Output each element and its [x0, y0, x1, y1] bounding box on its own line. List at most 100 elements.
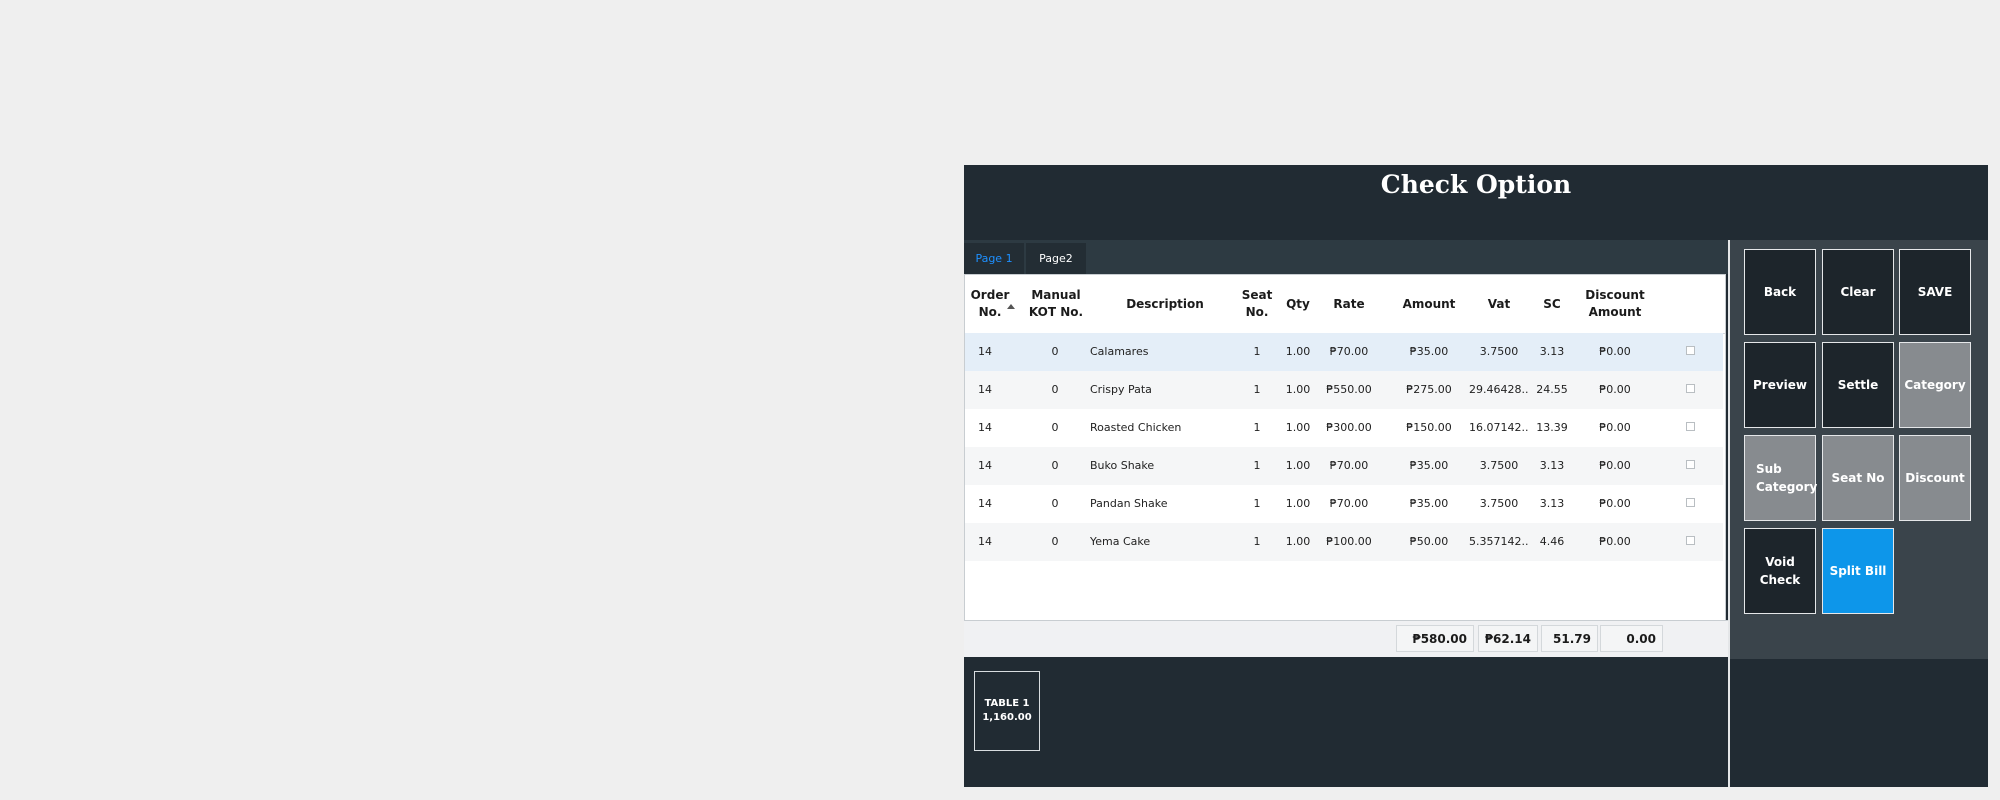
cell-amount: ₱150.00	[1406, 421, 1452, 434]
cell-vat: 5.357142...	[1469, 535, 1529, 548]
cell-amount: ₱275.00	[1406, 383, 1452, 396]
split-bill-button[interactable]: Split Bill	[1822, 528, 1894, 614]
cell-vat: 3.7500	[1479, 497, 1519, 510]
table-row[interactable]: 14 0 Yema Cake 1 1.00 ₱100.00 ₱50.00 5.357142..…	[965, 523, 1723, 561]
table-row[interactable]: 14 0 Roasted Chicken 1 1.00 ₱300.00 ₱150.00 16.…	[965, 409, 1723, 447]
cell-sc: 3.13	[1539, 459, 1565, 472]
dialog-title: Check Option	[1380, 170, 1572, 199]
column-header-vat[interactable]: Vat	[1469, 275, 1529, 333]
cell-amount: ₱35.00	[1409, 345, 1449, 358]
total-amount: ₱580.00	[1396, 625, 1474, 652]
table-row[interactable]: 14 0 Calamares 1 1.00 ₱70.00 ₱35.00 3.7500 3.13 ₱…	[965, 333, 1723, 371]
column-header-seat-no[interactable]: Seat No.	[1237, 275, 1277, 333]
cell-seat-no: 1	[1253, 497, 1261, 510]
cell-order-no: 14	[978, 459, 992, 472]
cell-description: Pandan Shake	[1090, 497, 1168, 510]
table-row[interactable]: 14 0 Crispy Pata 1 1.00 ₱550.00 ₱275.00 29.4642…	[965, 371, 1723, 409]
cell-sc: 3.13	[1539, 345, 1565, 358]
cell-sc: 13.39	[1536, 421, 1568, 434]
cell-vat: 3.7500	[1479, 459, 1519, 472]
back-button[interactable]: Back	[1744, 249, 1816, 335]
row-checkbox[interactable]	[1686, 384, 1695, 393]
row-checkbox[interactable]	[1686, 536, 1695, 545]
discount-button[interactable]: Discount	[1899, 435, 1971, 521]
category-button[interactable]: Category	[1899, 342, 1971, 428]
cell-qty: 1.00	[1285, 345, 1311, 358]
cell-rate: ₱300.00	[1326, 421, 1372, 434]
column-header-discount-amount[interactable]: Discount Amount	[1577, 275, 1653, 333]
cell-seat-no: 1	[1253, 383, 1261, 396]
cell-order-no: 14	[978, 535, 992, 548]
cell-rate: ₱70.00	[1329, 459, 1369, 472]
table-row[interactable]: 14 0 Buko Shake 1 1.00 ₱70.00 ₱35.00 3.7500 3.13…	[965, 447, 1723, 485]
cell-sc: 24.55	[1536, 383, 1568, 396]
cell-order-no: 14	[978, 345, 992, 358]
column-header-qty[interactable]: Qty	[1278, 275, 1318, 333]
cell-description: Crispy Pata	[1090, 383, 1152, 396]
row-checkbox[interactable]	[1686, 498, 1695, 507]
cell-rate: ₱70.00	[1329, 497, 1369, 510]
cell-qty: 1.00	[1285, 535, 1311, 548]
table-area: TABLE 1 1,160.00	[964, 659, 1728, 787]
cell-amount: ₱50.00	[1409, 535, 1449, 548]
cell-discount-amount: ₱0.00	[1599, 459, 1631, 472]
void-check-button[interactable]: Void Check	[1744, 528, 1816, 614]
cell-amount: ₱35.00	[1409, 459, 1449, 472]
row-checkbox[interactable]	[1686, 422, 1695, 431]
cell-qty: 1.00	[1285, 459, 1311, 472]
cell-description: Calamares	[1090, 345, 1149, 358]
cell-seat-no: 1	[1253, 421, 1261, 434]
cell-qty: 1.00	[1285, 421, 1311, 434]
cell-discount-amount: ₱0.00	[1599, 497, 1631, 510]
table-total: 1,160.00	[982, 712, 1032, 723]
column-header-amount[interactable]: Amount	[1391, 275, 1467, 333]
tab-page-1[interactable]: Page 1	[964, 243, 1024, 274]
check-option-dialog: Check Option Page 1 Page2 Order No. Manu…	[964, 165, 1988, 787]
cell-manual-kot-no: 0	[1051, 459, 1059, 472]
cell-description: Roasted Chicken	[1090, 421, 1182, 434]
preview-button[interactable]: Preview	[1744, 342, 1816, 428]
table-name: TABLE 1	[984, 698, 1030, 709]
total-vat: ₱62.14	[1478, 625, 1538, 652]
column-header-manual-kot-no[interactable]: Manual KOT No.	[1017, 275, 1095, 333]
table-tile[interactable]: TABLE 1 1,160.00	[974, 671, 1040, 751]
cell-manual-kot-no: 0	[1051, 345, 1059, 358]
save-button[interactable]: SAVE	[1899, 249, 1971, 335]
column-header-rate[interactable]: Rate	[1321, 275, 1377, 333]
totals-row: ₱580.00 ₱62.14 51.79 0.00	[964, 620, 1728, 657]
cell-manual-kot-no: 0	[1051, 421, 1059, 434]
cell-manual-kot-no: 0	[1051, 535, 1059, 548]
total-discount: 0.00	[1600, 625, 1663, 652]
column-header-sc[interactable]: SC	[1529, 275, 1575, 333]
cell-rate: ₱550.00	[1326, 383, 1372, 396]
cell-rate: ₱70.00	[1329, 345, 1369, 358]
cell-seat-no: 1	[1253, 459, 1261, 472]
settle-button[interactable]: Settle	[1822, 342, 1894, 428]
cell-rate: ₱100.00	[1326, 535, 1372, 548]
cell-discount-amount: ₱0.00	[1599, 383, 1631, 396]
tab-page-2[interactable]: Page2	[1026, 243, 1086, 274]
grid-header: Order No. Manual KOT No. Description Sea…	[965, 275, 1725, 334]
cell-qty: 1.00	[1285, 497, 1311, 510]
row-checkbox[interactable]	[1686, 346, 1695, 355]
cell-description: Buko Shake	[1090, 459, 1155, 472]
cell-manual-kot-no: 0	[1051, 383, 1059, 396]
row-checkbox[interactable]	[1686, 460, 1695, 469]
cell-discount-amount: ₱0.00	[1599, 345, 1631, 358]
cell-vat: 29.46428...	[1469, 383, 1529, 396]
cell-amount: ₱35.00	[1409, 497, 1449, 510]
seat-no-button[interactable]: Seat No	[1822, 435, 1894, 521]
cell-seat-no: 1	[1253, 345, 1261, 358]
page-tab-bar: Page 1 Page2	[964, 240, 1728, 274]
clear-button[interactable]: Clear	[1822, 249, 1894, 335]
cell-order-no: 14	[978, 421, 992, 434]
sub-category-button[interactable]: Sub Category	[1744, 435, 1817, 521]
cell-manual-kot-no: 0	[1051, 497, 1059, 510]
table-row[interactable]: 14 0 Pandan Shake 1 1.00 ₱70.00 ₱35.00 3.7500 3.…	[965, 485, 1723, 523]
cell-vat: 16.07142...	[1469, 421, 1529, 434]
total-sc: 51.79	[1541, 625, 1598, 652]
cell-description: Yema Cake	[1090, 535, 1151, 548]
cell-sc: 4.46	[1539, 535, 1565, 548]
cell-vat: 3.7500	[1479, 345, 1519, 358]
column-header-description[interactable]: Description	[1085, 275, 1245, 333]
